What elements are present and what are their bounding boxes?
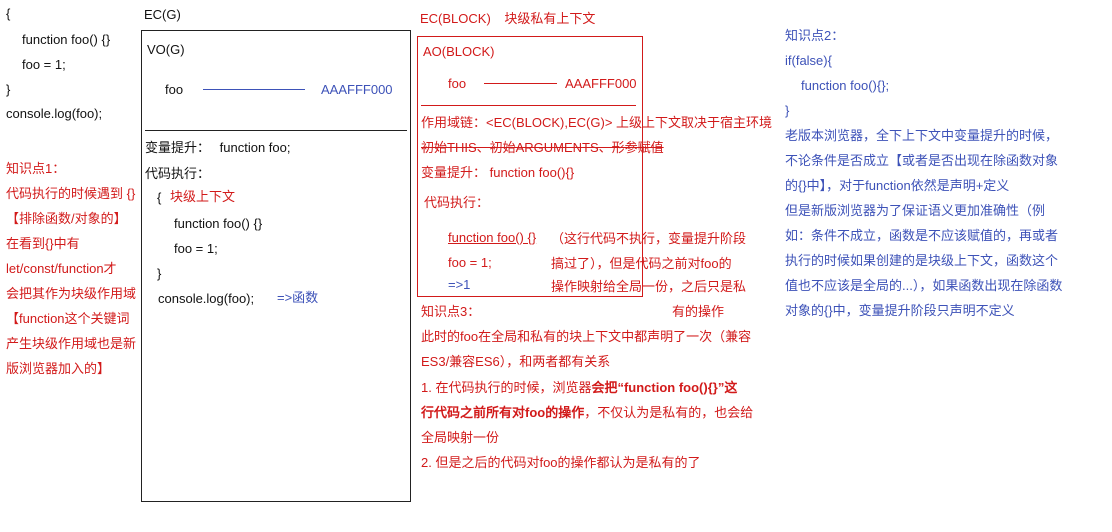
vo-foo-variable: foo xyxy=(165,82,184,97)
code-line: } xyxy=(785,103,790,118)
note-line: let/const/function才 xyxy=(6,261,117,276)
note-line: 知识点1： xyxy=(6,161,66,176)
ec-block-title-text: EC(BLOCK) xyxy=(420,11,491,26)
note-title: 知识点2： xyxy=(785,28,845,43)
comment-line: 搞过了），但是代码之前对foo的 xyxy=(551,256,732,271)
link-line xyxy=(484,83,557,84)
code-line: function foo() {} xyxy=(22,32,111,47)
note-line: 值也不应该是全局的...），如果函数出现在除函数 xyxy=(785,278,1063,293)
note-line: 但是新版浏览器为了保证语义更加准确性（例 xyxy=(785,203,1046,218)
note-line: 版浏览器加入的】 xyxy=(6,361,111,376)
note-line: 产生块级作用域也是新 xyxy=(6,336,137,351)
divider xyxy=(421,105,636,106)
note-line: 的{}中】，对于function依然是声明+定义 xyxy=(785,178,1010,193)
note-line: 对象的{}中，变量提升阶段只声明不定义 xyxy=(785,303,1015,318)
block-exec-line: function foo() {} xyxy=(448,230,537,245)
hoist-value: function foo; xyxy=(219,140,291,155)
block-brace-close: } xyxy=(157,266,162,281)
note-line: 执行的时候如果创建的是块级上下文，函数这个 xyxy=(785,253,1059,268)
link-line xyxy=(203,89,305,90)
note-line: 2. 但是之后的代码对foo的操作都认为是私有的了 xyxy=(421,455,701,470)
note-line: 全局映射一份 xyxy=(421,430,500,445)
code-line: foo = 1; xyxy=(22,57,66,72)
note-text: ，不仅认为是私有的，也会给 xyxy=(584,405,754,420)
block-hoist: 变量提升： function foo(){} xyxy=(421,165,575,180)
vo-global-title: VO(G) xyxy=(147,42,185,57)
note-line: 不论条件是否成立【或者是否出现在除函数对象 xyxy=(785,153,1059,168)
exec-label: 代码执行： xyxy=(145,166,211,181)
log-result: =>函数 xyxy=(277,290,319,305)
block-context-label: 块级上下文 xyxy=(170,189,236,204)
note-text: 1. 在代码执行的时候，浏览器 xyxy=(421,380,592,395)
note-line: 会把其作为块级作用域 xyxy=(6,286,137,301)
note-line: 如：条件不成立，函数是不应该赋值的，再或者 xyxy=(785,228,1059,243)
note-emphasis: 会把“function foo(){}”这 xyxy=(591,380,738,395)
ec-block-subtitle: 块级私有上下文 xyxy=(504,11,596,26)
comment-line: 操作映射给全局一份，之后只是私 xyxy=(551,279,747,294)
block-exec-result: =>1 xyxy=(448,277,471,292)
note-line: 行代码之前所有对foo的操作，不仅认为是私有的，也会给 xyxy=(421,400,753,425)
ao-foo-address: AAAFFF000 xyxy=(565,76,637,91)
block-code-line: function foo() {} xyxy=(174,216,263,231)
note-line: 代码执行的时候遇到 {} xyxy=(6,186,136,201)
code-line: } xyxy=(6,82,11,97)
ao-block-title: AO(BLOCK) xyxy=(423,44,495,59)
code-line: if(false){ xyxy=(785,53,832,68)
note-emphasis: 行代码之前所有对foo的操作 xyxy=(421,405,585,420)
note-line: 【function这个关键词 xyxy=(6,311,130,326)
note-line: 在看到{}中有 xyxy=(6,236,80,251)
ec-block-title: EC(BLOCK) 块级私有上下文 xyxy=(420,6,595,31)
comment-line: （这行代码不执行，变量提升阶段 xyxy=(551,231,747,246)
code-line: function foo(){}; xyxy=(801,78,890,93)
code-line: console.log(foo); xyxy=(6,106,103,121)
divider xyxy=(145,130,407,131)
comment-line: 有的操作 xyxy=(672,304,725,319)
ao-foo-variable: foo xyxy=(448,76,467,91)
note-line: 此时的foo在全局和私有的块上下文中都声明了一次（兼容 xyxy=(421,329,752,344)
note-line: 老版本浏览器，全下上下文中变量提升的时候， xyxy=(785,128,1059,143)
hoist-label: 变量提升： function foo; xyxy=(145,135,290,160)
scope-chain: 作用域链：<EC(BLOCK),EC(G)> 上级上下文取决于宿主环境 xyxy=(421,115,773,130)
note-title: 知识点3： xyxy=(421,304,481,319)
block-exec-label: 代码执行： xyxy=(424,195,490,210)
console-log-line: console.log(foo); xyxy=(158,291,255,306)
code-line: { xyxy=(6,6,11,21)
init-this-arguments: 初始THIS、初始ARGUMENTS、形参赋值 xyxy=(421,140,664,155)
note-line: 1. 在代码执行的时候，浏览器会把“function foo(){}”这 xyxy=(421,375,737,400)
vo-foo-address: AAAFFF000 xyxy=(321,82,393,97)
ec-global-title: EC(G) xyxy=(144,7,181,22)
block-brace-open: { xyxy=(157,190,162,205)
hoist-label-text: 变量提升： xyxy=(145,140,211,155)
block-code-line: foo = 1; xyxy=(174,241,218,256)
note-line: ES3/兼容ES6），和两者都有关系 xyxy=(421,354,611,369)
note-line: 【排除函数/对象的】 xyxy=(6,211,127,226)
